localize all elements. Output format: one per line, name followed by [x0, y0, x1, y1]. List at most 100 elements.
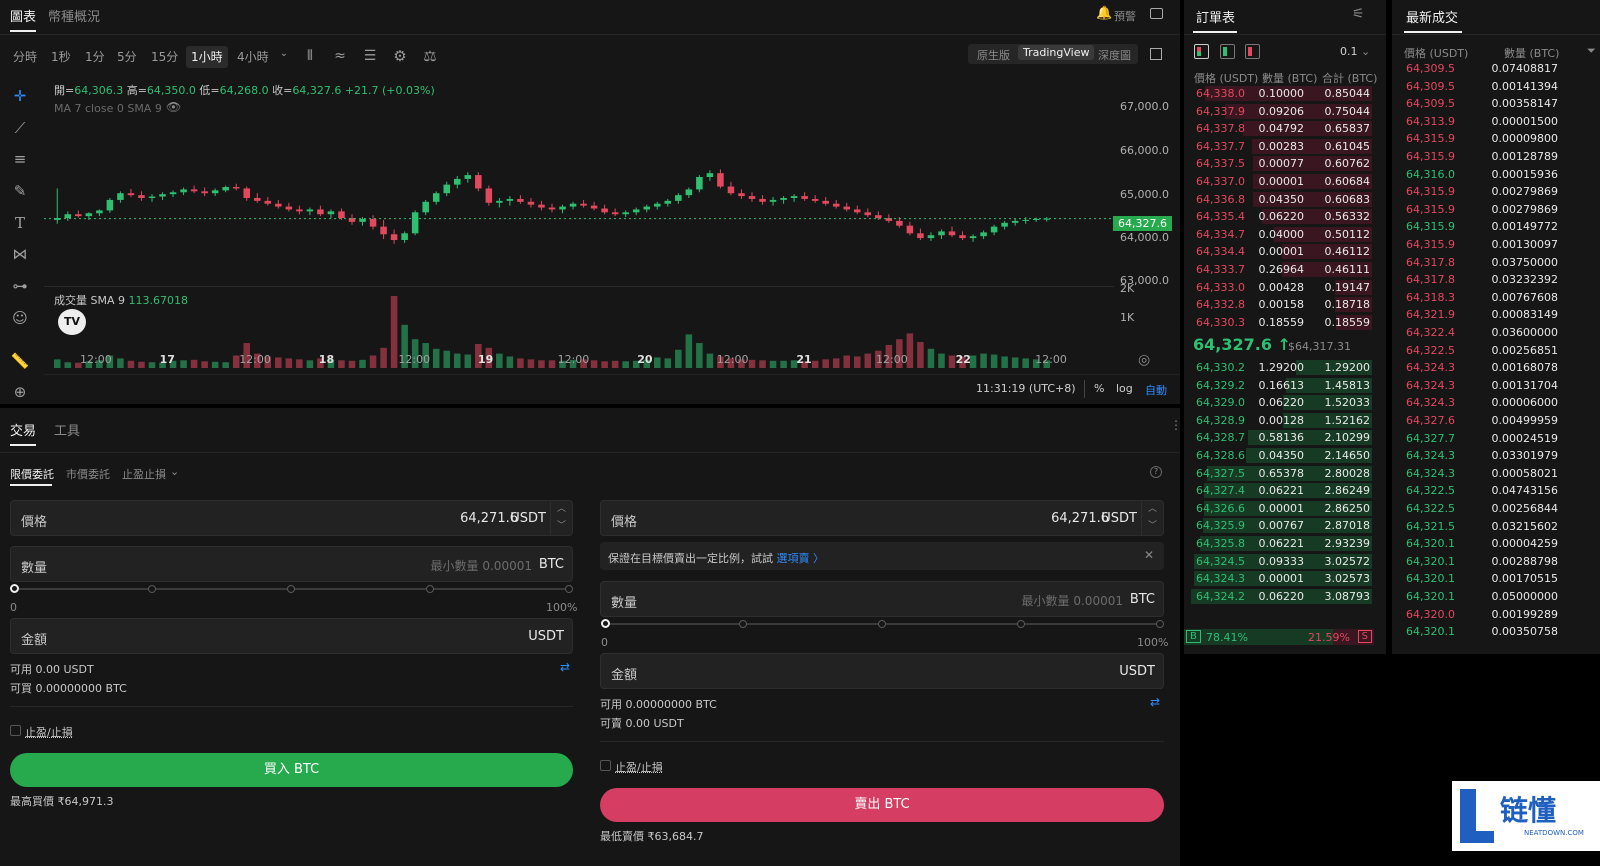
- slider-handle[interactable]: [601, 619, 610, 628]
- orderbook-row[interactable]: 64,337.0 0.00001 0.60684: [1184, 173, 1380, 191]
- mode-native[interactable]: 原生版: [977, 47, 1010, 63]
- orderbook-row[interactable]: 64,328.6 0.04350 2.14650: [1184, 447, 1380, 465]
- slider-stop[interactable]: [287, 585, 295, 593]
- candlestick-chart[interactable]: [44, 72, 1112, 372]
- auto-toggle[interactable]: 自動: [1145, 382, 1167, 398]
- buy-tpsl-label[interactable]: 止盈/止損: [25, 724, 73, 740]
- orderbook-row[interactable]: 64,329.0 0.06220 1.52033: [1184, 394, 1380, 412]
- transfer-icon[interactable]: ⇄: [1150, 695, 1160, 709]
- buy-price-field[interactable]: 價格 64,271.6 USDT ︿ ﹀: [10, 500, 573, 536]
- view-both-icon[interactable]: [1194, 44, 1209, 59]
- scale-icon[interactable]: ⚖: [420, 47, 440, 65]
- slider-stop[interactable]: [739, 620, 747, 628]
- sell-price-field[interactable]: 價格 64,271.6 USDT ︿ ﹀: [600, 500, 1164, 536]
- sell-qty-field[interactable]: 數量 最小數量 0.00001 BTC: [600, 581, 1164, 617]
- sell-tpsl-checkbox[interactable]: [600, 760, 611, 771]
- text-icon[interactable]: T: [8, 211, 32, 235]
- sell-hint-link[interactable]: 選項賣 〉: [777, 552, 825, 565]
- orderbook-row[interactable]: 64,325.9 0.00767 2.87018: [1184, 517, 1380, 535]
- indicator-icon[interactable]: ≈: [330, 48, 350, 64]
- sell-price-stepper[interactable]: ︿ ﹀: [1141, 501, 1163, 535]
- orderbook-row[interactable]: 64,328.7 0.58136 2.10299: [1184, 429, 1380, 447]
- transfer-icon[interactable]: ⇄: [560, 660, 570, 674]
- layout-icon[interactable]: [1150, 8, 1163, 19]
- precision-select[interactable]: 0.1 ⌄: [1340, 45, 1370, 58]
- orderbook-row[interactable]: 64,327.5 0.65378 2.80028: [1184, 465, 1380, 483]
- slider-stop[interactable]: [1017, 620, 1025, 628]
- orderbook-row[interactable]: 64,328.9 0.00128 1.52162: [1184, 412, 1380, 430]
- fullscreen-icon[interactable]: [1150, 48, 1162, 60]
- percent-toggle[interactable]: %: [1094, 382, 1104, 395]
- orderbook-row[interactable]: 64,332.8 0.00158 0.18718: [1184, 296, 1380, 314]
- chevron-down-icon[interactable]: ⌄: [170, 465, 179, 478]
- gear-icon[interactable]: ⚙: [390, 47, 410, 65]
- tab-trade[interactable]: 交易: [10, 420, 36, 439]
- more-icon[interactable]: ⋮: [1170, 418, 1182, 432]
- timeframe-4h[interactable]: 4小時: [232, 46, 274, 68]
- orderbook-row[interactable]: 64,330.3 0.18559 0.18559: [1184, 314, 1380, 332]
- buy-tpsl-checkbox[interactable]: [10, 725, 21, 736]
- tab-tools[interactable]: 工具: [54, 420, 80, 439]
- alert-label[interactable]: 預警: [1114, 8, 1136, 24]
- orderbook-row[interactable]: 64,335.4 0.06220 0.56332: [1184, 208, 1380, 226]
- bell-icon[interactable]: 🔔: [1096, 6, 1112, 21]
- sell-qty-slider[interactable]: [601, 619, 1164, 628]
- buy-amount-field[interactable]: 金額 USDT: [10, 618, 573, 654]
- filter-settings-icon[interactable]: ⚟: [1352, 6, 1365, 22]
- slider-stop[interactable]: [426, 585, 434, 593]
- orderbook-row[interactable]: 64,326.6 0.00001 2.86250: [1184, 500, 1380, 518]
- orderbook-row[interactable]: 64,338.0 0.10000 0.85044: [1184, 85, 1380, 103]
- order-type-limit[interactable]: 限價委託: [10, 466, 54, 482]
- pattern-icon[interactable]: ⋈: [8, 242, 32, 266]
- buy-qty-slider[interactable]: [10, 584, 573, 593]
- orderbook-row[interactable]: 64,324.5 0.09333 3.02572: [1184, 553, 1380, 571]
- orderbook-row[interactable]: 64,337.5 0.00077 0.60762: [1184, 155, 1380, 173]
- mode-depth[interactable]: 深度圖: [1098, 47, 1131, 63]
- orderbook-row[interactable]: 64,329.2 0.16613 1.45813: [1184, 377, 1380, 395]
- order-type-market[interactable]: 市價委託: [66, 466, 110, 482]
- orderbook-row[interactable]: 64,325.8 0.06221 2.93239: [1184, 535, 1380, 553]
- slider-stop[interactable]: [878, 620, 886, 628]
- orderbook-row[interactable]: 64,337.9 0.09206 0.75044: [1184, 103, 1380, 121]
- close-icon[interactable]: ✕: [1144, 548, 1154, 562]
- chevron-down-icon[interactable]: ﹀: [1142, 518, 1163, 535]
- timeframe-5m[interactable]: 5分: [112, 46, 142, 68]
- zoom-icon[interactable]: ⊕: [8, 380, 32, 404]
- mode-tradingview[interactable]: TradingView: [1018, 45, 1095, 60]
- orderbook-row[interactable]: 64,327.4 0.06221 2.86249: [1184, 482, 1380, 500]
- orderbook-row[interactable]: 64,324.3 0.00001 3.02573: [1184, 570, 1380, 588]
- tab-chart[interactable]: 圖表: [10, 6, 36, 25]
- timeframe-1m[interactable]: 1分: [80, 46, 110, 68]
- orderbook-row[interactable]: 64,333.0 0.00428 0.19147: [1184, 279, 1380, 297]
- brush-icon[interactable]: ✎: [8, 179, 32, 203]
- orderbook-row[interactable]: 64,336.8 0.04350 0.60683: [1184, 191, 1380, 209]
- timeframe-1s[interactable]: 1秒: [46, 46, 76, 68]
- slider-stop[interactable]: [1156, 620, 1164, 628]
- orderbook-row[interactable]: 64,330.2 1.29200 1.29200: [1184, 359, 1380, 377]
- settings-icon[interactable]: ◎: [1138, 352, 1150, 368]
- sell-amount-field[interactable]: 金額 USDT: [600, 653, 1164, 689]
- slider-stop[interactable]: [148, 585, 156, 593]
- tab-coin-overview[interactable]: 幣種概況: [48, 6, 100, 25]
- orderbook-row[interactable]: 64,337.8 0.04792 0.65837: [1184, 120, 1380, 138]
- orderbook-row[interactable]: 64,324.2 0.06220 3.08793: [1184, 588, 1380, 606]
- orderbook-row[interactable]: 64,334.7 0.04000 0.50112: [1184, 226, 1380, 244]
- log-toggle[interactable]: log: [1116, 382, 1133, 395]
- prediction-icon[interactable]: ⊶: [8, 274, 32, 298]
- timeframe-tick[interactable]: 分時: [8, 46, 42, 68]
- view-bids-icon[interactable]: [1220, 44, 1235, 59]
- chevron-down-icon[interactable]: ﹀: [551, 518, 572, 535]
- chevron-up-icon[interactable]: ︿: [551, 501, 572, 518]
- buy-price-stepper[interactable]: ︿ ﹀: [550, 501, 572, 535]
- candle-type-icon[interactable]: ⫴: [300, 48, 320, 64]
- orderbook-row[interactable]: 64,337.7 0.00283 0.61045: [1184, 138, 1380, 156]
- order-type-tpsl[interactable]: 止盈止損: [122, 466, 166, 482]
- list-icon[interactable]: ☰: [360, 48, 380, 64]
- sell-btc-button[interactable]: 賣出 BTC: [600, 788, 1164, 822]
- chevron-up-icon[interactable]: ︿: [1142, 501, 1163, 518]
- emoji-icon[interactable]: ☺: [8, 306, 32, 330]
- help-icon[interactable]: ?: [1150, 466, 1162, 478]
- timeframe-15m[interactable]: 15分: [146, 46, 183, 68]
- trendline-icon[interactable]: ⟋: [8, 116, 32, 140]
- chevron-down-icon[interactable]: ⌄: [274, 48, 294, 59]
